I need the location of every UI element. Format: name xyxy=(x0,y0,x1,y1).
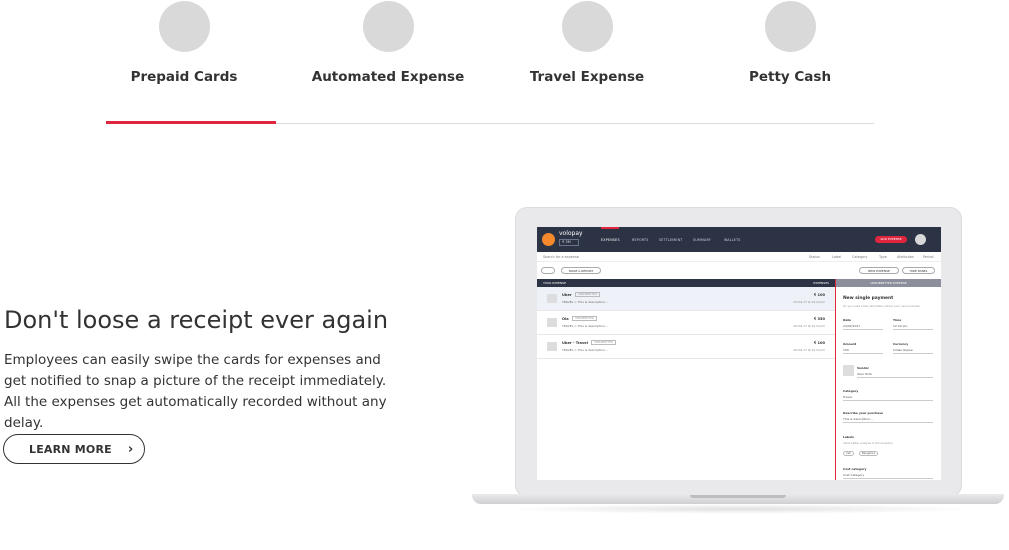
filter-category: Category xyxy=(852,255,868,259)
search-placeholder: Search for a expense xyxy=(543,255,579,259)
cost-category-field: Cost Category xyxy=(843,473,933,479)
add-expense-button: ADD EXPENSE xyxy=(875,236,907,243)
app-brand: volopay xyxy=(559,230,583,237)
list-header: YOUR EXPENSE EXPENSES xyxy=(537,279,835,287)
tab-travel-expense[interactable]: Travel Expense xyxy=(487,0,687,85)
tab-label: Petty Cash xyxy=(748,69,832,85)
labels-label: Labels xyxy=(843,435,854,439)
amount-field: 100 xyxy=(843,348,883,354)
new-payment-form: New single payment Do you need a few inf… xyxy=(836,287,941,480)
chevron-right-icon: › xyxy=(127,441,134,457)
laptop-shadow xyxy=(500,504,980,514)
table-row: Uber - Travel UNSUBMITTED TRAVEL > This … xyxy=(537,335,835,359)
expense-merchant: Uber xyxy=(562,293,572,297)
nav-summary: SUMMARY xyxy=(693,238,711,242)
labels-hint: Allow better analysis in the Analytics xyxy=(843,441,893,445)
laptop-notch xyxy=(690,495,786,498)
list-header-label: YOUR EXPENSE xyxy=(543,281,566,285)
expense-date: 24 Feb 17 at 12:24 pm xyxy=(793,300,825,304)
category-label: Category xyxy=(843,389,859,393)
expense-merchant: Ola xyxy=(562,317,569,321)
filter-status: Status xyxy=(809,255,820,259)
tab-automated-expense[interactable]: Automated Expense xyxy=(288,0,488,85)
expense-date: 24 Feb 17 at 12:24 pm xyxy=(793,324,825,328)
learn-more-button[interactable]: LEARN MORE › xyxy=(3,434,145,464)
app-navbar: volopay ₹ 3M EXPENSES REPORTS SETTLEMENT… xyxy=(537,227,941,252)
filter-attributes: Attributes xyxy=(897,255,914,259)
expense-category: TRAVEL > This is description... xyxy=(562,300,608,304)
product-tabs: Prepaid Cards Automated Expense Travel E… xyxy=(0,0,1009,130)
expense-category: TRAVEL > This is description... xyxy=(562,324,608,328)
vendor-label: Vendor xyxy=(857,366,870,370)
avatar xyxy=(915,234,926,245)
time-field: 12:24 pm xyxy=(893,324,933,330)
tab-label: Automated Expense xyxy=(311,69,465,85)
prepaid-cards-icon xyxy=(158,1,210,52)
status-badge: UNSUBMITTED xyxy=(575,292,600,297)
wallet-balance: ₹ 3M xyxy=(559,239,579,246)
vendor-thumbnail xyxy=(843,365,854,376)
form-subtitle: Do you need a few information about your… xyxy=(843,304,920,308)
tab-prepaid-cards[interactable]: Prepaid Cards xyxy=(84,0,284,85)
app-search-bar: Search for a expense Status Label Catego… xyxy=(537,252,941,262)
label-pill: Bangalore xyxy=(859,451,879,456)
filter-period: Period xyxy=(923,255,934,259)
panel-header: UNSUBMITTED EXPENSE xyxy=(836,279,941,287)
learn-more-label: LEARN MORE xyxy=(29,442,112,456)
status-badge: UNSUBMITTED xyxy=(572,316,597,321)
receipt-thumbnail xyxy=(547,294,557,303)
amount-label: Amount xyxy=(843,342,857,346)
expense-amount: ₹ 100 xyxy=(813,293,825,297)
purchase-field: This is description... xyxy=(843,417,933,423)
table-row: Ola UNSUBMITTED TRAVEL > This is descrip… xyxy=(537,311,835,335)
currency-field: Indian Rupee xyxy=(893,348,933,354)
category-field: Travel xyxy=(843,395,933,401)
cost-category-label: Cost category xyxy=(843,467,867,471)
hide-panel-button: HIDE PANEL xyxy=(902,267,935,274)
volopay-logo-icon xyxy=(542,233,555,246)
receipt-thumbnail xyxy=(547,342,557,351)
nav-reports: REPORTS xyxy=(632,238,649,242)
filter-label: Label xyxy=(832,255,842,259)
travel-expense-icon xyxy=(561,1,613,52)
list-header-right: EXPENSES xyxy=(813,281,829,285)
app-screenshot: volopay ₹ 3M EXPENSES REPORTS SETTLEMENT… xyxy=(537,227,941,480)
hero-description: Employees can easily swipe the cards for… xyxy=(4,352,387,431)
tab-petty-cash[interactable]: Petty Cash xyxy=(690,0,890,85)
form-title: New single payment xyxy=(843,296,894,301)
nav-settlement: SETTLEMENT xyxy=(659,238,683,242)
new-expense-button: NEW EXPENSE xyxy=(859,267,899,274)
date-field: 24/02/2017 xyxy=(843,324,883,330)
currency-label: Currency xyxy=(893,342,909,346)
expense-merchant: Uber - Travel xyxy=(562,341,588,345)
nav-expenses: EXPENSES xyxy=(601,238,620,242)
filter-type: Type xyxy=(879,255,887,259)
tab-label: Travel Expense xyxy=(529,69,645,85)
time-label: Time xyxy=(893,318,902,322)
expense-category: TRAVEL > This is description... xyxy=(562,348,608,352)
active-nav-indicator xyxy=(601,227,619,229)
vendor-field: Uber Ride xyxy=(857,372,933,378)
hero-title: Don't loose a receipt ever again xyxy=(4,306,389,334)
app-toolbar: MAKE A REPORT NEW EXPENSE HIDE PANEL xyxy=(537,263,941,279)
automated-expense-icon xyxy=(362,1,414,52)
table-row: Uber UNSUBMITTED TRAVEL > This is descri… xyxy=(537,287,835,311)
date-label: Date xyxy=(843,318,851,322)
make-report-button: MAKE A REPORT xyxy=(561,267,601,274)
expense-amount: ₹ 100 xyxy=(813,341,825,345)
petty-cash-icon xyxy=(764,1,816,52)
status-badge: UNSUBMITTED xyxy=(591,340,616,345)
purchase-label: Describe your purchase xyxy=(843,411,884,415)
label-pill: cab xyxy=(843,451,854,456)
expense-amount: ₹ 350 xyxy=(813,317,825,321)
tab-label: Prepaid Cards xyxy=(130,69,238,85)
receipt-thumbnail xyxy=(547,318,557,327)
active-tab-indicator xyxy=(106,121,276,124)
expense-date: 24 Feb 17 at 12:24 pm xyxy=(793,348,825,352)
nav-wallets: WALLETS xyxy=(724,238,741,242)
select-checkbox xyxy=(541,267,555,274)
